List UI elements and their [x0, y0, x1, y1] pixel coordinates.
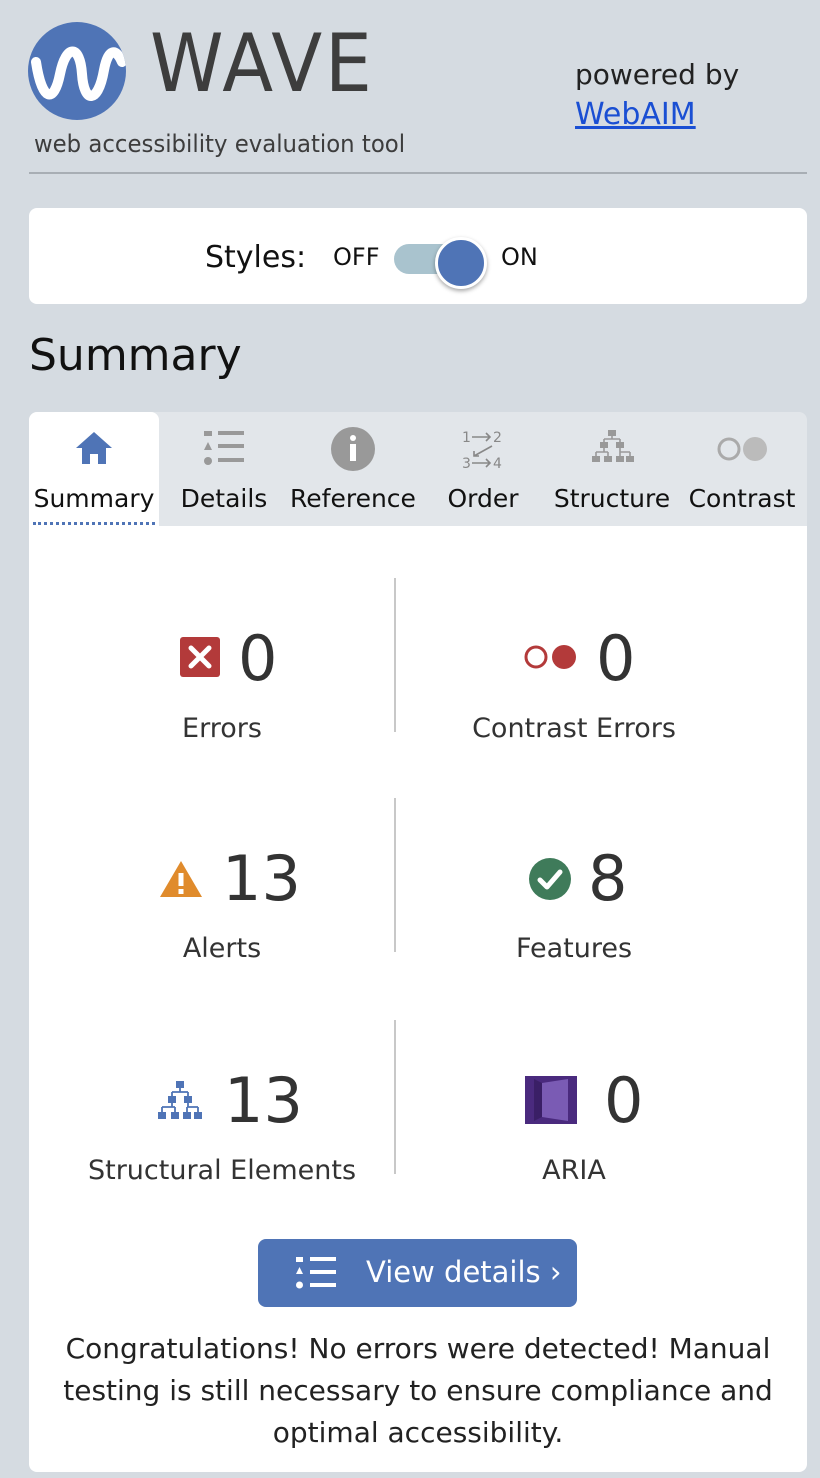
tab-bar: Summary Details Reference 1 2 3 4 Order …: [29, 412, 807, 526]
svg-text:4: 4: [493, 456, 502, 472]
feature-check-icon: [529, 858, 571, 900]
structure-icon: [158, 1081, 202, 1119]
powered-by-text: powered by: [575, 58, 740, 91]
contrast-errors-count: 0: [596, 622, 636, 695]
home-icon: [76, 432, 112, 464]
aria-icon: [525, 1076, 577, 1124]
styles-on-label: ON: [501, 243, 538, 271]
contrast-errors-label: Contrast Errors: [472, 713, 676, 744]
errors-count: 0: [238, 622, 278, 695]
alerts-count: 13: [222, 842, 301, 915]
header-divider: [29, 172, 807, 174]
tab-contrast[interactable]: Contrast: [677, 412, 807, 526]
info-icon: [331, 427, 375, 471]
tab-label-contrast: Contrast: [688, 484, 796, 513]
tab-order[interactable]: 1 2 3 4 Order: [418, 412, 548, 526]
aria-label: ARIA: [542, 1155, 606, 1186]
page-title: Summary: [29, 330, 242, 381]
svg-text:3: 3: [462, 456, 471, 472]
contrast-error-icon: [524, 645, 576, 669]
tab-label-details: Details: [180, 484, 268, 513]
tab-details[interactable]: Details: [159, 412, 289, 526]
error-icon: [180, 637, 220, 677]
tab-label-structure: Structure: [553, 484, 671, 513]
svg-text:1: 1: [462, 430, 471, 446]
tab-label-summary: Summary: [29, 484, 159, 525]
features-count: 8: [588, 842, 628, 915]
tab-label-order: Order: [447, 484, 519, 513]
summary-message: Congratulations! No errors were detected…: [63, 1332, 773, 1449]
contrast-icon: [717, 437, 767, 461]
wave-logo-icon: [28, 22, 126, 120]
styles-toggle-knob[interactable]: [435, 237, 487, 289]
tab-summary[interactable]: Summary: [29, 412, 159, 526]
structural-label: Structural Elements: [87, 1155, 357, 1186]
aria-count: 0: [604, 1064, 644, 1137]
errors-label: Errors: [182, 713, 262, 744]
tab-structure[interactable]: Structure: [547, 412, 677, 526]
view-details-button[interactable]: View details ›: [258, 1239, 577, 1307]
view-details-label: View details ›: [366, 1255, 562, 1289]
order-icon: 1 2 3 4: [462, 430, 502, 472]
tagline: web accessibility evaluation tool: [34, 130, 406, 158]
tab-label-reference: Reference: [290, 484, 416, 513]
svg-text:2: 2: [493, 430, 502, 446]
webaim-link[interactable]: WebAIM: [575, 97, 696, 132]
alert-icon: [160, 861, 202, 897]
app-name: WAVE: [150, 17, 375, 110]
styles-off-label: OFF: [333, 243, 380, 271]
styles-toggle-bar: Styles: OFF ON: [29, 208, 807, 304]
list-icon: [296, 1257, 336, 1289]
list-icon: [204, 431, 244, 465]
features-label: Features: [515, 933, 633, 964]
styles-label: Styles:: [205, 240, 307, 275]
structural-count: 13: [224, 1064, 303, 1137]
header: WAVE web accessibility evaluation tool p…: [0, 0, 820, 190]
tab-reference[interactable]: Reference: [288, 412, 418, 526]
structure-icon: [592, 430, 634, 462]
alerts-label: Alerts: [182, 933, 262, 964]
summary-panel: 0 Errors 0 Contrast Errors 13 Alerts 8 F…: [29, 526, 807, 1472]
